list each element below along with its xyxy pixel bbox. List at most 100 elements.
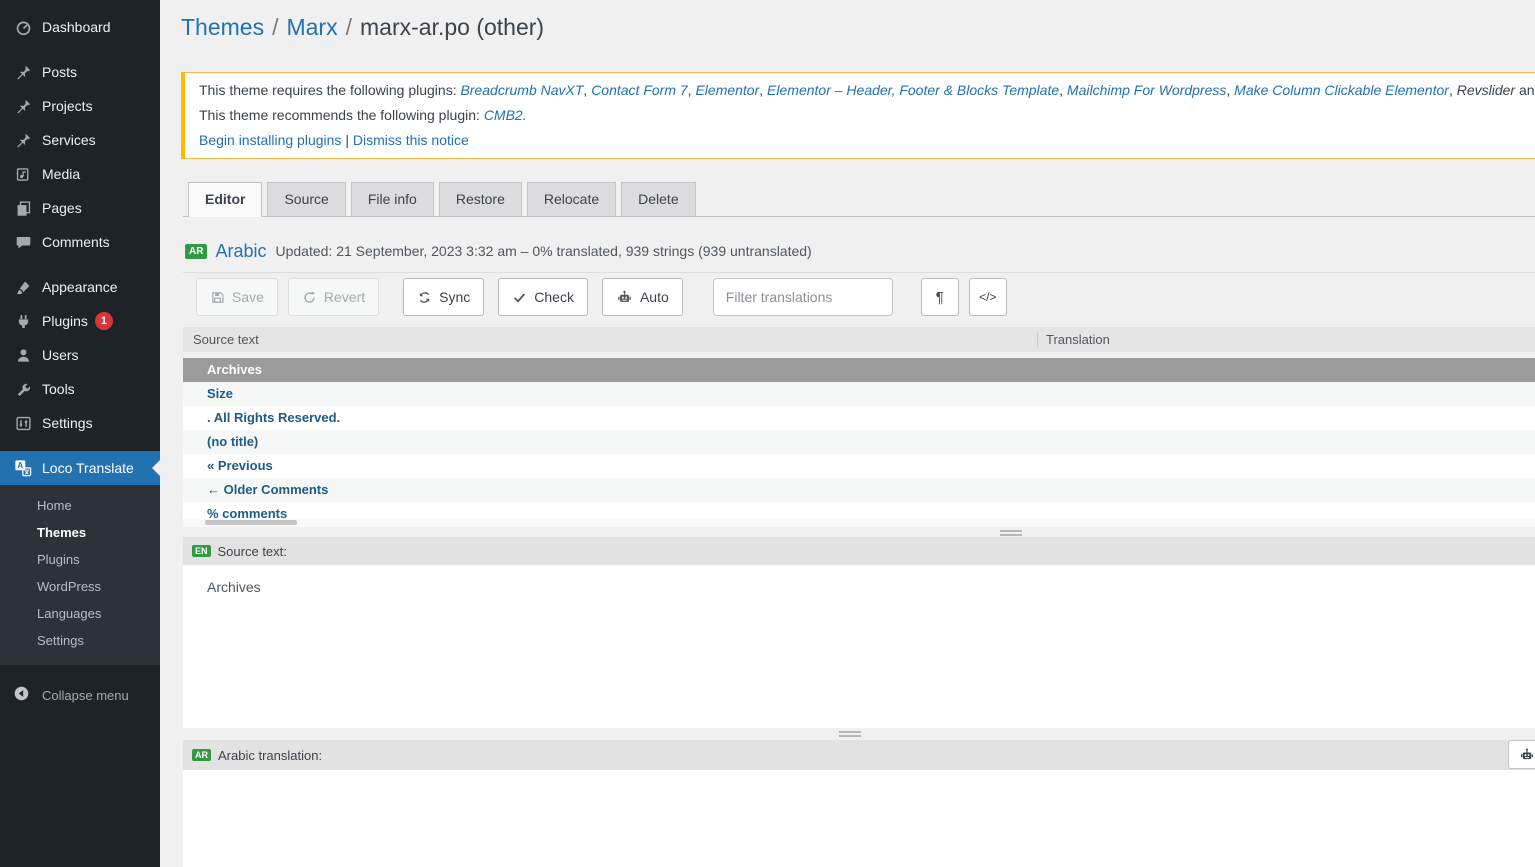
- check-button[interactable]: Check: [498, 278, 588, 316]
- string-row[interactable]: % comments: [183, 502, 1535, 519]
- notice-required-line: This theme requires the following plugin…: [199, 78, 1535, 103]
- sidebar-item-label: Pages: [42, 200, 82, 216]
- notice-text: ,: [1226, 82, 1234, 98]
- sidebar-item-comments[interactable]: Comments: [0, 225, 160, 259]
- revert-button[interactable]: Revert: [288, 278, 379, 316]
- notice-actions-line: Begin installing plugins | Dismiss this …: [199, 128, 1535, 153]
- appearance-icon: [13, 277, 33, 297]
- sidebar-item-posts[interactable]: Posts: [0, 55, 160, 89]
- sidebar-item-loco-translate[interactable]: A Loco Translate: [0, 451, 160, 485]
- tgmpa-plugins-notice: This theme requires the following plugin…: [181, 72, 1535, 159]
- strings-table-header: Source text Translation: [183, 327, 1535, 352]
- sidebar-item-dashboard[interactable]: Dashboard: [0, 10, 160, 44]
- scrollbar-thumb[interactable]: [205, 520, 297, 525]
- submenu-item-plugins[interactable]: Plugins: [0, 546, 160, 573]
- dismiss-notice-link[interactable]: Dismiss this notice: [353, 132, 469, 148]
- begin-installing-link[interactable]: Begin installing plugins: [199, 132, 341, 148]
- tab-source[interactable]: Source: [267, 182, 345, 216]
- plugin-link[interactable]: Elementor: [695, 82, 759, 98]
- admin-sidebar: Dashboard Posts Projects Services Media …: [0, 0, 160, 867]
- dashboard-icon: [13, 17, 33, 37]
- sidebar-item-users[interactable]: Users: [0, 338, 160, 372]
- plugin-link[interactable]: Elementor – Header, Footer & Blocks Temp…: [767, 82, 1059, 98]
- string-row[interactable]: Archives: [183, 358, 1535, 382]
- sidebar-item-projects[interactable]: Projects: [0, 89, 160, 123]
- tab-restore[interactable]: Restore: [439, 182, 522, 216]
- language-code-badge: EN: [192, 545, 211, 557]
- language-code-badge: AR: [192, 749, 211, 761]
- comments-icon: [13, 232, 33, 252]
- resize-handle[interactable]: [839, 731, 861, 737]
- string-row[interactable]: (no title): [183, 430, 1535, 454]
- notice-text: ,: [1449, 82, 1457, 98]
- settings-icon: [13, 413, 33, 433]
- source-text-editor[interactable]: Archives: [183, 565, 1535, 728]
- sync-button[interactable]: Sync: [403, 278, 484, 316]
- sidebar-item-label: Plugins: [42, 313, 88, 329]
- arabic-translation-editor[interactable]: [183, 770, 1535, 867]
- auto-label: Auto: [640, 289, 669, 305]
- string-row[interactable]: . All Rights Reserved.: [183, 406, 1535, 430]
- robot-icon: [616, 289, 633, 306]
- sidebar-item-settings[interactable]: Settings: [0, 406, 160, 440]
- sidebar-item-media[interactable]: Media: [0, 157, 160, 191]
- panel-resize-divider: [160, 728, 1535, 740]
- pin-icon: [13, 96, 33, 116]
- filter-translations-input[interactable]: [713, 278, 893, 316]
- main-content: Themes/Marx/marx-ar.po (other) This them…: [160, 0, 1535, 867]
- code-view-button[interactable]: </>: [969, 278, 1007, 316]
- string-row[interactable]: « Previous: [183, 454, 1535, 478]
- submenu-item-settings[interactable]: Settings: [0, 627, 160, 654]
- submenu-item-themes[interactable]: Themes: [0, 519, 160, 546]
- users-icon: [13, 345, 33, 365]
- breadcrumb-themes-link[interactable]: Themes: [181, 14, 264, 40]
- save-button[interactable]: Save: [196, 278, 278, 316]
- pages-icon: [13, 198, 33, 218]
- plugin-link[interactable]: CMB2.: [484, 107, 527, 123]
- notice-text: ,: [759, 82, 767, 98]
- plugin-link[interactable]: Contact Form 7: [591, 82, 687, 98]
- source-text-panel-header: EN Source text:: [183, 537, 1535, 565]
- resize-handle[interactable]: [1000, 530, 1022, 536]
- sidebar-item-pages[interactable]: Pages: [0, 191, 160, 225]
- tab-delete[interactable]: Delete: [621, 182, 695, 216]
- string-row[interactable]: ← Older Comments: [183, 478, 1535, 502]
- auto-translate-field-button[interactable]: [1508, 740, 1535, 769]
- sidebar-item-services[interactable]: Services: [0, 123, 160, 157]
- auto-translate-button[interactable]: Auto: [602, 278, 683, 316]
- arabic-translation-panel-header: AR Arabic translation:: [183, 740, 1535, 770]
- arabic-translation-panel-label: Arabic translation:: [218, 748, 322, 763]
- file-status-line: AR Arabic Updated: 21 September, 2023 3:…: [185, 238, 1535, 264]
- sidebar-item-label: Media: [42, 166, 80, 182]
- plugin-link[interactable]: Breadcrumb NavXT: [460, 82, 583, 98]
- submenu-item-home[interactable]: Home: [0, 492, 160, 519]
- submenu-item-languages[interactable]: Languages: [0, 600, 160, 627]
- editor-tabs: Editor Source File info Restore Relocate…: [183, 182, 1535, 217]
- language-name[interactable]: Arabic: [215, 241, 266, 262]
- sidebar-item-label: Comments: [42, 234, 110, 250]
- revert-label: Revert: [324, 289, 365, 305]
- string-row[interactable]: Size: [183, 382, 1535, 406]
- sidebar-item-appearance[interactable]: Appearance: [0, 270, 160, 304]
- source-text-panel-label: Source text:: [218, 544, 287, 559]
- save-label: Save: [232, 289, 264, 305]
- toolbar-divider: [183, 272, 1535, 273]
- tab-editor[interactable]: Editor: [188, 182, 262, 217]
- plugin-link[interactable]: Mailchimp For Wordpress: [1067, 82, 1226, 98]
- check-icon: [512, 290, 527, 305]
- plugin-name: Revslider: [1457, 82, 1515, 98]
- sidebar-item-plugins[interactable]: Plugins 1: [0, 304, 160, 338]
- sidebar-item-tools[interactable]: Tools: [0, 372, 160, 406]
- collapse-menu-button[interactable]: Collapse menu: [0, 678, 160, 712]
- tab-relocate[interactable]: Relocate: [527, 182, 616, 216]
- pilcrow-icon: ¶: [936, 289, 944, 306]
- page-title: marx-ar.po (other): [360, 14, 544, 40]
- robot-icon: [1519, 747, 1535, 763]
- notice-text: and: [1515, 82, 1535, 98]
- tab-file-info[interactable]: File info: [351, 182, 434, 216]
- update-count-badge: 1: [95, 312, 113, 330]
- pilcrow-toggle-button[interactable]: ¶: [921, 278, 959, 316]
- breadcrumb-project-link[interactable]: Marx: [286, 14, 337, 40]
- submenu-item-wordpress[interactable]: WordPress: [0, 573, 160, 600]
- plugin-link[interactable]: Make Column Clickable Elementor: [1234, 82, 1449, 98]
